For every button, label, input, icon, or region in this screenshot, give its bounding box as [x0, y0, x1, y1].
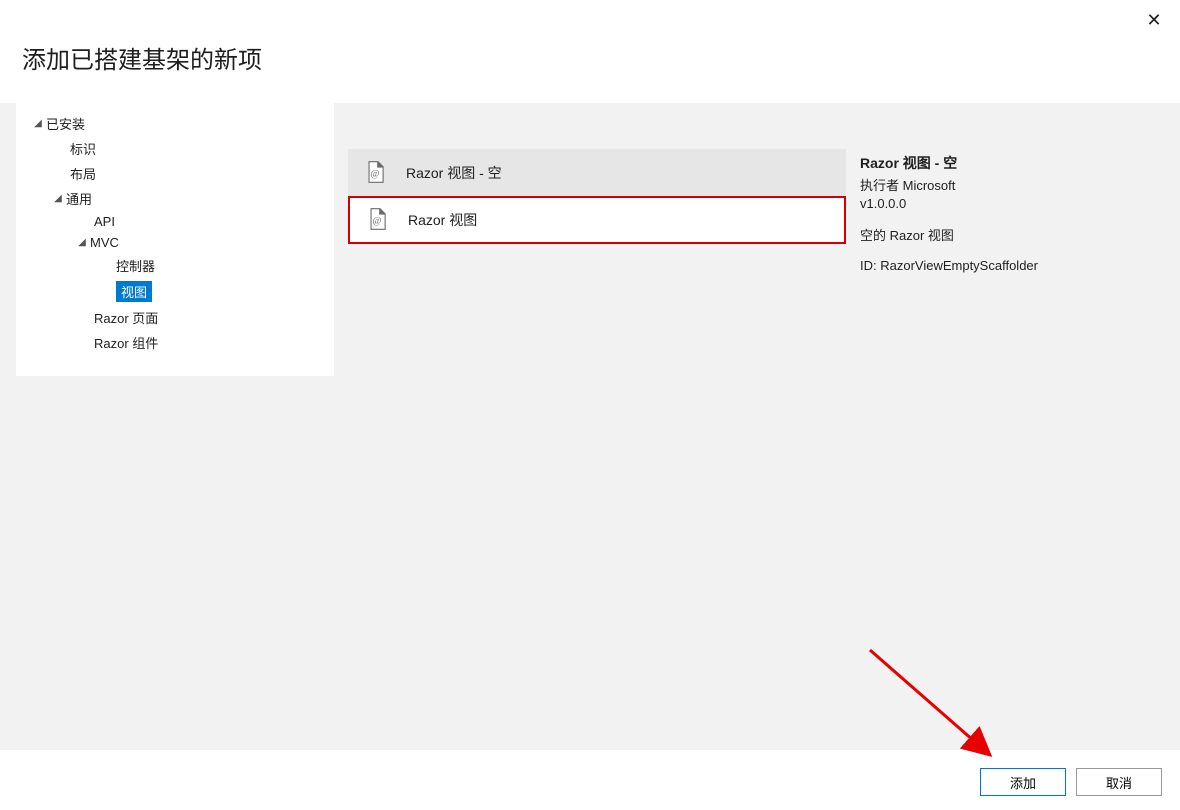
- template-razor-view[interactable]: @ Razor 视图: [348, 196, 846, 244]
- close-button[interactable]: ✕: [1142, 8, 1166, 32]
- cancel-button[interactable]: 取消: [1076, 768, 1162, 796]
- tree-label: MVC: [90, 235, 119, 250]
- details-panel: Razor 视图 - 空 执行者 Microsoft v1.0.0.0 空的 R…: [860, 103, 1180, 750]
- add-button[interactable]: 添加: [980, 768, 1066, 796]
- tree-label: 标识: [70, 139, 96, 158]
- category-tree: ◢ 已安装 标识 布局 ◢ 通用 API ◢ MVC 控制器 视图 Razor …: [16, 103, 334, 376]
- tree-label: Razor 页面: [94, 308, 158, 327]
- button-label: 取消: [1106, 773, 1132, 792]
- tree-item-view[interactable]: 视图: [16, 278, 334, 305]
- tree-label: 通用: [66, 189, 92, 208]
- razor-file-icon: @: [362, 159, 388, 188]
- tree-item-installed[interactable]: ◢ 已安装: [16, 111, 334, 136]
- caret-down-icon: ◢: [74, 237, 90, 248]
- template-razor-view-empty[interactable]: @ Razor 视图 - 空: [348, 149, 846, 197]
- tree-item-razor-pages[interactable]: Razor 页面: [16, 305, 334, 330]
- template-list: @ Razor 视图 - 空 @ Razor 视图: [348, 149, 846, 244]
- caret-down-icon: ◢: [30, 118, 46, 129]
- tree-label: 控制器: [116, 256, 155, 275]
- svg-text:@: @: [373, 215, 382, 226]
- detail-description: 空的 Razor 视图: [860, 225, 1162, 244]
- tree-item-mvc[interactable]: ◢ MVC: [16, 232, 334, 253]
- tree-item-controller[interactable]: 控制器: [16, 253, 334, 278]
- svg-text:@: @: [371, 168, 380, 179]
- template-label: Razor 视图: [408, 210, 477, 230]
- tree-item-common[interactable]: ◢ 通用: [16, 186, 334, 211]
- tree-item-identity[interactable]: 标识: [16, 136, 334, 161]
- tree-label: API: [94, 214, 115, 229]
- detail-publisher: 执行者 Microsoft: [860, 175, 1162, 194]
- tree-item-razor-components[interactable]: Razor 组件: [16, 330, 334, 355]
- tree-item-api[interactable]: API: [16, 211, 334, 232]
- template-label: Razor 视图 - 空: [406, 163, 502, 183]
- tree-label-selected: 视图: [116, 281, 152, 302]
- detail-title: Razor 视图 - 空: [860, 153, 1162, 173]
- detail-id: ID: RazorViewEmptyScaffolder: [860, 258, 1162, 273]
- tree-label: Razor 组件: [94, 333, 158, 352]
- caret-down-icon: ◢: [50, 193, 66, 204]
- detail-version: v1.0.0.0: [860, 196, 1162, 211]
- tree-item-layout[interactable]: 布局: [16, 161, 334, 186]
- dialog-title: 添加已搭建基架的新项: [22, 40, 262, 75]
- button-label: 添加: [1010, 773, 1036, 792]
- tree-label: 已安装: [46, 114, 85, 133]
- razor-file-icon: @: [364, 206, 390, 235]
- close-icon: ✕: [1146, 10, 1161, 31]
- tree-label: 布局: [70, 164, 96, 183]
